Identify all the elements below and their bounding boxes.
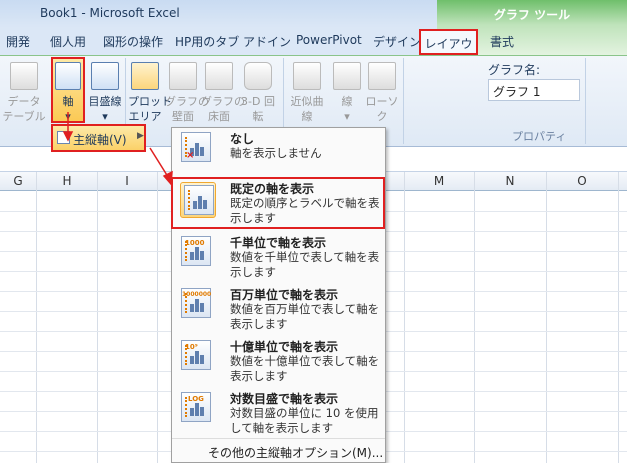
annotation-arrows: [62, 112, 173, 186]
